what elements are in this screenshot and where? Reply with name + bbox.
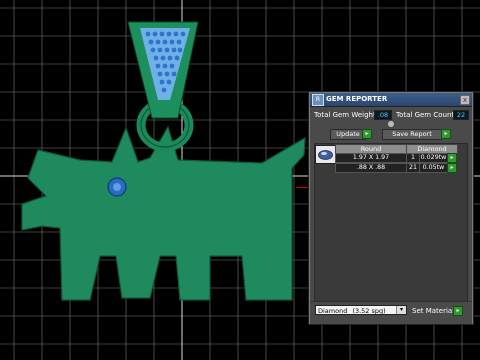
set-material-label[interactable]: Set Material (412, 307, 454, 315)
table-row-2-weight: 0.05tw (419, 163, 448, 173)
table-row-2-size: .88 X .88 (335, 163, 407, 173)
axis-marker-x (296, 187, 309, 188)
app-logo-icon: R (312, 94, 324, 106)
total-gem-count-value: 22 (453, 110, 469, 120)
round-gem-icon (315, 145, 336, 164)
table-row-1-weight: 0.029tw (419, 153, 448, 163)
table-row-1-select-button[interactable]: ▸ (447, 153, 457, 163)
panel-title: GEM REPORTER (326, 95, 388, 103)
total-gem-count-label: Total Gem Count (396, 111, 455, 119)
total-gem-weight-value: .08 (374, 110, 392, 120)
table-row-1-size: 1.97 X 1.97 (335, 153, 407, 163)
splitter-handle[interactable] (388, 121, 394, 127)
update-button[interactable]: Update (330, 129, 366, 140)
dog-body (21, 125, 306, 301)
material-select-value: Diamond (318, 307, 348, 315)
set-material-go-button[interactable]: ▸ (453, 306, 463, 316)
table-row-2-count: 21 (406, 163, 420, 173)
material-select-detail: (3.52 spg) (352, 307, 386, 315)
gem-reporter-panel: R GEM REPORTER x Total Gem Weight .08 To… (309, 92, 473, 324)
dog-eye-gem-highlight (113, 183, 121, 191)
chevron-down-icon[interactable]: ▾ (396, 306, 406, 314)
save-report-go-button[interactable]: ▸ (441, 129, 451, 139)
panel-titlebar[interactable]: R GEM REPORTER x (310, 93, 472, 107)
update-go-button[interactable]: ▸ (362, 129, 372, 139)
table-row-2-select-button[interactable]: ▸ (447, 163, 457, 173)
close-button[interactable]: x (460, 95, 470, 105)
save-report-button[interactable]: Save Report (382, 129, 442, 140)
material-select[interactable]: Diamond (3.52 spg) ▾ (315, 305, 407, 315)
total-gem-weight-label: Total Gem Weight (314, 111, 376, 119)
table-row-1-count: 1 (406, 153, 420, 163)
